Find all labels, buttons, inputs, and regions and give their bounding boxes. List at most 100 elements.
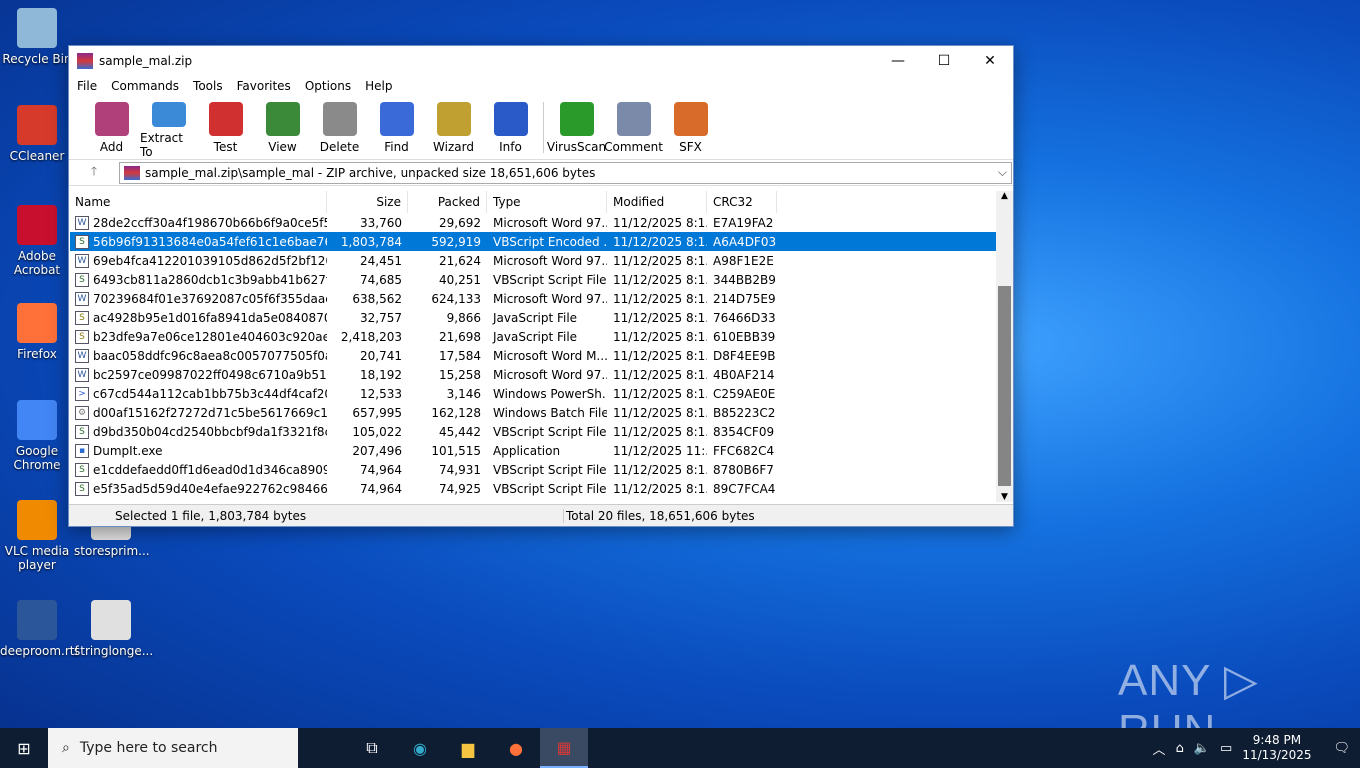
file-type: Microsoft Word 97... [493,253,607,268]
status-total: Total 20 files, 18,651,606 bytes [566,508,755,523]
desktop-icon[interactable]: Firefox [0,303,74,361]
js-file-icon: S [75,310,89,325]
network-icon[interactable]: ⌂ [1176,741,1184,756]
edge-taskbar-icon[interactable]: ◉ [396,728,444,768]
file-modified: 11/12/2025 8:1... [613,424,707,439]
menu-item[interactable]: Options [305,79,351,93]
file-modified: 11/12/2025 8:1... [613,215,707,230]
scroll-down-icon[interactable]: ▼ [996,492,1013,502]
menu-item[interactable]: Favorites [237,79,291,93]
file-name: 6493cb811a2860dcb1c3b9abb41b627fe7c8... [93,272,327,287]
desktop-icon-label: Adobe Acrobat [13,249,61,277]
clock[interactable]: 9:48 PM 11/13/2025 [1242,733,1311,763]
volume-icon[interactable]: 🔈 [1194,741,1210,756]
toolbar-label: Wizard [433,140,474,154]
desktop-icon[interactable]: VLC media player [0,500,74,572]
taskbar-search[interactable]: ⌕ Type here to search [48,728,298,768]
path-field[interactable]: sample_mal.zip\sample_mal - ZIP archive,… [119,161,1012,184]
notification-icon[interactable]: 🗨 [1333,741,1350,756]
desktop-icon[interactable]: CCleaner [0,105,74,163]
column-header[interactable]: Size [327,191,408,213]
file-crc: B85223C2 [713,405,776,420]
file-size: 1,803,784 [327,234,408,249]
column-header[interactable]: CRC32 [707,191,777,213]
toolbar-button-view[interactable]: View [254,96,311,159]
maximize-button[interactable]: ☐ [921,46,967,76]
file-size: 32,757 [360,310,402,325]
search-placeholder: Type here to search [79,740,218,756]
column-header[interactable]: Packed [408,191,487,213]
winrar-taskbar-icon[interactable]: ▦ [540,728,588,768]
chevron-down-icon[interactable]: ⌵ [998,165,1007,180]
chevron-up-icon[interactable]: ︿ [1153,739,1166,758]
column-header[interactable]: Modified [607,191,707,213]
desktop-icon[interactable]: deeproom.rtf [0,600,79,658]
menu-item[interactable]: Commands [111,79,179,93]
start-button[interactable]: ⊞ [0,728,48,768]
toolbar-button-sfx[interactable]: SFX [662,96,719,159]
file-row[interactable]: Sd9bd350b04cd2540bbcbf9da1f3321f8c6bb...… [70,422,996,441]
display-icon[interactable]: ▭ [1220,741,1232,756]
file-row[interactable]: W 70239684f01e37692087c05f6f355daae3bdc..… [70,289,996,308]
file-explorer-taskbar-icon[interactable]: ▆ [444,728,492,768]
toolbar-button-delete[interactable]: Delete [311,96,368,159]
file-packed: 3,146 [446,386,481,401]
close-button[interactable]: ✕ [967,46,1013,76]
script-file-icon: S [75,424,89,439]
file-row[interactable]: W 69eb4fca412201039105d862d5f2bf12085d4..… [70,251,996,270]
desktop-icon[interactable]: Google Chrome [0,400,74,472]
toolbar-label: View [268,140,297,154]
toolbar-button-info[interactable]: Info [482,96,539,159]
toolbar-button-test[interactable]: Test [197,96,254,159]
wizard-icon [436,102,471,136]
file-crc: D8F4EE9B [713,348,776,363]
file-row[interactable]: Wbc2597ce09987022ff0498c6710a9b51a1a47..… [70,365,996,384]
file-row[interactable]: > c67cd544a112cab1bb75b3c44df4caf2045ef..… [70,384,996,403]
title-bar[interactable]: sample_mal.zip — ☐ ✕ [69,46,1013,76]
task-view-icon[interactable]: ⧉ [348,728,396,768]
scroll-up-icon[interactable]: ▲ [996,191,1013,201]
toolbar-button-add[interactable]: Add [83,96,140,159]
file-row[interactable]: Se5f35ad5d59d40e4efae922762c984666d2af..… [70,479,996,498]
desktop-icon[interactable]: Recycle Bin [0,8,74,66]
clock-date: 11/13/2025 [1242,748,1312,762]
menu-item[interactable]: Tools [193,79,223,93]
toolbar-button-comment[interactable]: Comment [604,96,663,159]
desktop-icon-label: VLC media player [4,544,70,572]
file-modified: 11/12/2025 8:1... [613,310,707,325]
file-row[interactable]: Wbaac058ddfc96c8aea8c0057077505f0ad3ff..… [70,346,996,365]
search-icon: ⌕ [62,740,70,756]
desktop-icon[interactable]: Adobe Acrobat [0,205,74,277]
file-size: 105,022 [352,424,402,439]
app-icon [17,400,57,440]
test-icon [208,102,243,136]
file-row[interactable]: Sac4928b95e1d016fa8941da5e0840870c9798..… [70,308,996,327]
toolbar-button-find[interactable]: Find [368,96,425,159]
file-row[interactable]: Sb23dfe9a7e06ce12801e404603c920aed3c6e..… [70,327,996,346]
app-icon [17,600,57,640]
column-header[interactable]: Name [70,191,327,213]
minimize-button[interactable]: — [875,46,921,76]
add-icon [94,102,129,136]
file-row[interactable]: S 56b96f91313684e0a54fef61c1e6bae76b314..… [70,232,996,251]
file-row[interactable]: ▪ DumpIt.exe 207,496 101,515 Application … [70,441,996,460]
file-row[interactable]: ⚙ d00af15162f27272d71c5be5617669c113426..… [70,403,996,422]
script-file-icon: S [75,234,89,249]
up-arrow-icon[interactable]: 🡑 [69,162,119,183]
file-packed: 21,698 [439,329,481,344]
menu-item[interactable]: File [77,79,97,93]
menu-item[interactable]: Help [365,79,392,93]
firefox-taskbar-icon[interactable]: ● [492,728,540,768]
file-row[interactable]: S 6493cb811a2860dcb1c3b9abb41b627fe7c8...… [70,270,996,289]
word-file-icon: W [75,291,89,306]
vertical-scrollbar[interactable]: ▲ ▼ [996,191,1013,502]
desktop-icon[interactable]: stringlonge... [74,600,153,658]
word-file-icon: W [75,348,89,363]
scroll-thumb[interactable] [998,286,1011,486]
toolbar-button-extract-to[interactable]: Extract To [140,96,197,159]
file-row[interactable]: W 28de2ccff30a4f198670b66b6f9a0ce5f5f9b7.… [70,213,996,232]
column-header[interactable]: Type [487,191,607,213]
toolbar-button-virusscan[interactable]: VirusScan [547,96,606,159]
toolbar-button-wizard[interactable]: Wizard [425,96,482,159]
file-row[interactable]: Se1cddefaedd0ff1d6ead0d1d346ca8909ef2f..… [70,460,996,479]
